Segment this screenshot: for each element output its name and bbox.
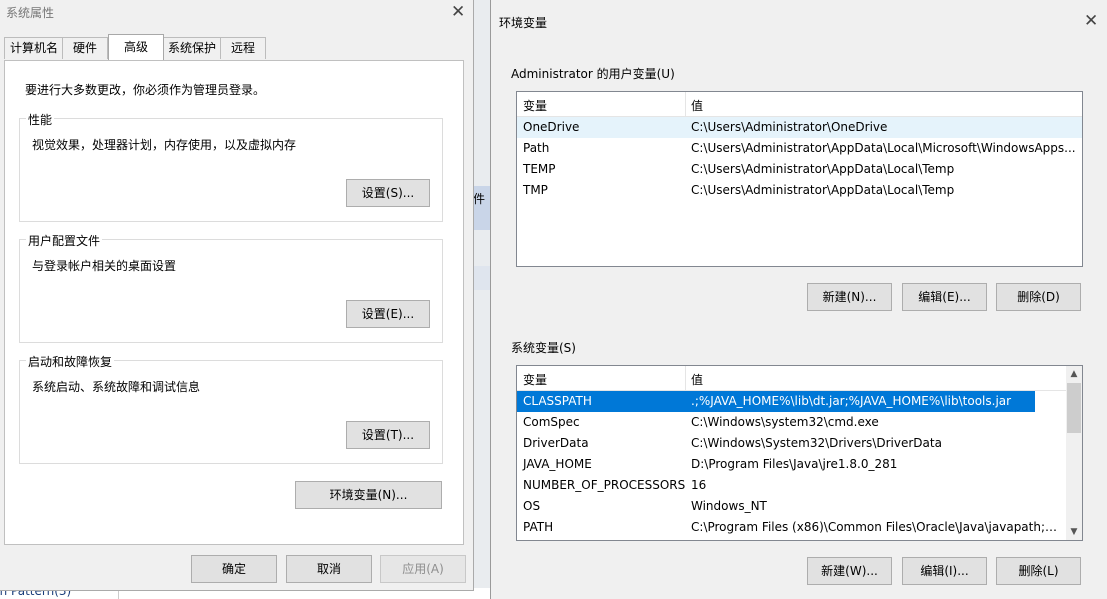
system-delete-button[interactable]: 删除(L) — [996, 557, 1081, 585]
table-row[interactable]: ComSpec C:\Windows\system32\cmd.exe — [517, 412, 1066, 433]
system-edit-button[interactable]: 编辑(I)... — [902, 557, 987, 585]
cancel-button[interactable]: 取消 — [286, 555, 372, 583]
table-row[interactable]: CLASSPATH .;%JAVA_HOME%\lib\dt.jar;%JAVA… — [517, 391, 1035, 412]
apply-button[interactable]: 应用(A) — [380, 555, 466, 583]
column-header-value[interactable]: 值 — [691, 97, 703, 114]
variable-value: C:\Users\Administrator\AppData\Local\Mic… — [691, 141, 1076, 155]
variable-value: Windows_NT — [691, 499, 767, 513]
variable-value: 16 — [691, 478, 707, 492]
admin-note: 要进行大多数更改，你必须作为管理员登录。 — [25, 83, 266, 97]
variable-name: DriverData — [523, 436, 589, 450]
column-separator — [685, 92, 686, 116]
close-icon[interactable]: ✕ — [1084, 13, 1098, 30]
performance-desc: 视觉效果，处理器计划，内存使用，以及虚拟内存 — [32, 138, 297, 152]
tab-advanced[interactable]: 高级 — [108, 34, 164, 60]
table-row[interactable]: TMP C:\Users\Administrator\AppData\Local… — [517, 180, 1082, 201]
table-row[interactable]: JAVA_HOME D:\Program Files\Java\jre1.8.0… — [517, 454, 1066, 475]
performance-title: 性能 — [26, 111, 55, 128]
performance-settings-button[interactable]: 设置(S)... — [346, 179, 430, 207]
variable-name: JAVA_HOME — [523, 457, 592, 471]
variable-value: C:\Windows\system32\cmd.exe — [691, 415, 879, 429]
table-row[interactable]: NUMBER_OF_PROCESSORS 16 — [517, 475, 1066, 496]
system-variables-list[interactable]: 变量 值 CLASSPATH .;%JAVA_HOME%\lib\dt.jar;… — [516, 365, 1083, 541]
column-header-variable[interactable]: 变量 — [523, 371, 547, 388]
variable-name: TMP — [523, 183, 548, 197]
table-row[interactable]: OneDrive C:\Users\Administrator\OneDrive — [517, 117, 1082, 138]
startup-recovery-title: 启动和故障恢复 — [26, 353, 115, 370]
table-row[interactable]: OS Windows_NT — [517, 496, 1066, 517]
variable-name: OS — [523, 499, 541, 513]
startup-recovery-settings-button[interactable]: 设置(T)... — [346, 421, 430, 449]
user-edit-button[interactable]: 编辑(E)... — [902, 283, 987, 311]
dialog-title: 环境变量 — [499, 16, 548, 30]
variable-name: Path — [523, 141, 550, 155]
environment-variables-button[interactable]: 环境变量(N)... — [295, 481, 442, 509]
tab-hardware[interactable]: 硬件 — [62, 37, 108, 59]
variable-name: OneDrive — [523, 120, 580, 134]
table-row[interactable]: PATH C:\Program Files (x86)\Common Files… — [517, 517, 1066, 538]
dialog-title: 系统属性 — [6, 6, 55, 20]
variable-name: PATH — [523, 520, 554, 534]
column-separator — [685, 366, 686, 390]
variable-name: TEMP — [523, 162, 556, 176]
variable-value: .;%JAVA_HOME%\lib\dt.jar;%JAVA_HOME%\lib… — [691, 394, 1012, 408]
table-row[interactable]: TEMP C:\Users\Administrator\AppData\Loca… — [517, 159, 1082, 180]
variable-value: C:\Users\Administrator\AppData\Local\Tem… — [691, 162, 955, 176]
variable-value: C:\Windows\System32\Drivers\DriverData — [691, 436, 942, 450]
table-row[interactable]: DriverData C:\Windows\System32\Drivers\D… — [517, 433, 1066, 454]
column-header-value[interactable]: 值 — [691, 371, 703, 388]
background-char: 件 — [473, 192, 486, 206]
system-properties-dialog: 系统属性 ✕ 计算机名 硬件 高级 系统保护 远程 要进行大多数更改，你必须作为… — [0, 0, 474, 591]
scroll-down-icon[interactable]: ▼ — [1066, 524, 1082, 540]
tab-computer-name[interactable]: 计算机名 — [4, 37, 64, 59]
column-header-variable[interactable]: 变量 — [523, 97, 547, 114]
user-variables-label: Administrator 的用户变量(U) — [511, 67, 675, 81]
variable-value: C:\Users\Administrator\AppData\Local\Tem… — [691, 183, 955, 197]
tab-remote[interactable]: 远程 — [220, 37, 266, 59]
user-profiles-desc: 与登录帐户相关的桌面设置 — [32, 259, 177, 273]
startup-recovery-desc: 系统启动、系统故障和调试信息 — [32, 380, 201, 394]
variable-value: C:\Program Files (x86)\Common Files\Orac… — [691, 520, 1061, 534]
variable-value: D:\Program Files\Java\jre1.8.0_281 — [691, 457, 898, 471]
variable-name: ComSpec — [523, 415, 580, 429]
close-icon[interactable]: ✕ — [451, 4, 465, 21]
user-variables-list[interactable]: 变量 值 OneDrive C:\Users\Administrator\One… — [516, 91, 1083, 267]
list-header: 变量 值 — [517, 366, 1066, 391]
variable-name: NUMBER_OF_PROCESSORS — [523, 478, 686, 492]
performance-group: 性能 视觉效果，处理器计划，内存使用，以及虚拟内存 设置(S)... — [19, 111, 443, 222]
ok-button[interactable]: 确定 — [191, 555, 277, 583]
tab-system-protection[interactable]: 系统保护 — [162, 37, 222, 59]
variable-value: C:\Users\Administrator\OneDrive — [691, 120, 888, 134]
list-header: 变量 值 — [517, 92, 1082, 117]
environment-variables-dialog: 环境变量 ✕ Administrator 的用户变量(U) 变量 值 OneDr… — [490, 0, 1107, 599]
user-profiles-title: 用户配置文件 — [26, 232, 103, 249]
background-highlight-2 — [471, 266, 491, 290]
user-new-button[interactable]: 新建(N)... — [807, 283, 892, 311]
vertical-scrollbar[interactable]: ▲ ▼ — [1066, 366, 1082, 540]
tab-panel-advanced: 要进行大多数更改，你必须作为管理员登录。 性能 视觉效果，处理器计划，内存使用，… — [4, 60, 464, 545]
variable-name: CLASSPATH — [523, 394, 592, 408]
system-new-button[interactable]: 新建(W)... — [807, 557, 892, 585]
user-delete-button[interactable]: 删除(D) — [996, 283, 1081, 311]
user-profiles-group: 用户配置文件 与登录帐户相关的桌面设置 设置(E)... — [19, 232, 443, 343]
table-row[interactable]: Path C:\Users\Administrator\AppData\Loca… — [517, 138, 1082, 159]
startup-recovery-group: 启动和故障恢复 系统启动、系统故障和调试信息 设置(T)... — [19, 353, 443, 464]
user-profiles-settings-button[interactable]: 设置(E)... — [346, 300, 430, 328]
system-variables-label: 系统变量(S) — [511, 341, 576, 355]
scroll-up-icon[interactable]: ▲ — [1066, 366, 1082, 382]
scroll-thumb[interactable] — [1067, 383, 1081, 433]
